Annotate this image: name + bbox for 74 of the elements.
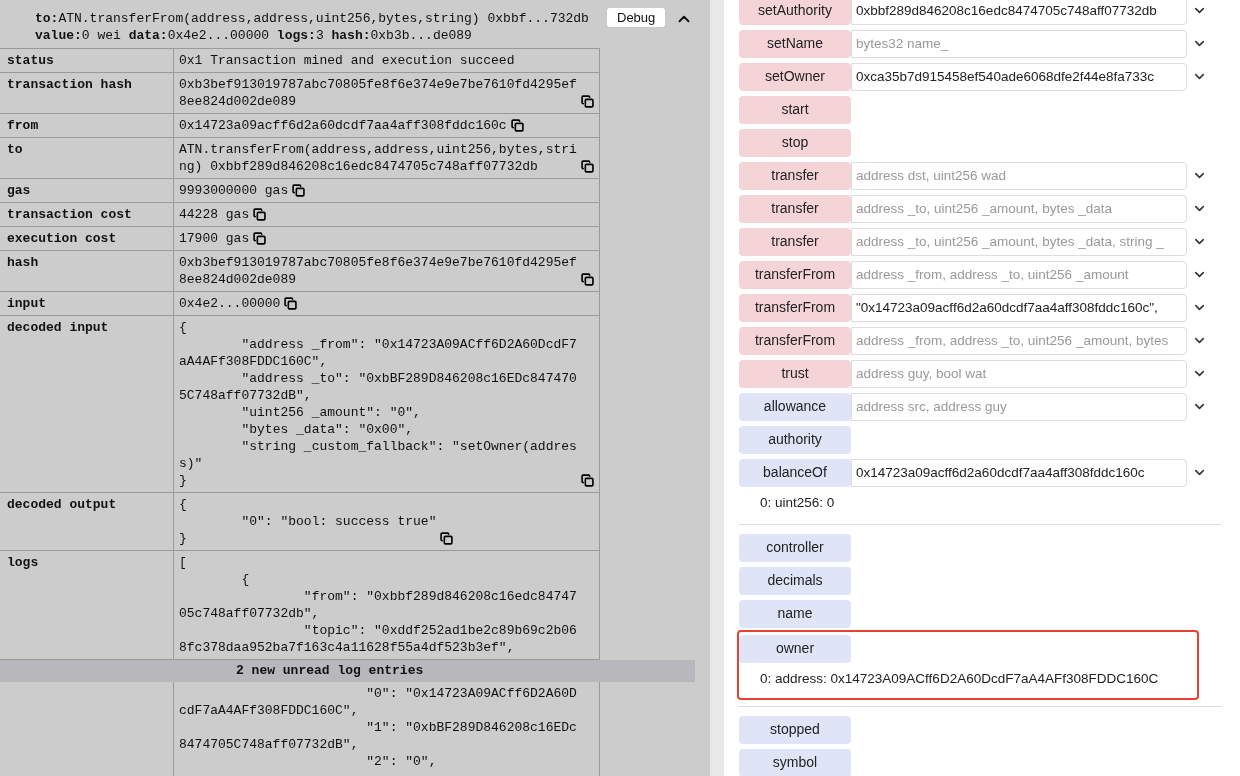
row-value: 0x14723a09acff6d2a60dcdf7aa4aff308fddc160c: [179, 117, 507, 134]
function-button[interactable]: name: [739, 599, 851, 628]
function-button[interactable]: transfer: [739, 161, 851, 190]
function-button[interactable]: transferFrom: [739, 260, 851, 289]
input-field[interactable]: 0xbbf289d846208c16edc8474705c748aff07732db: [851, 0, 1187, 25]
notification-bar[interactable]: 2 new unread log entries: [0, 660, 695, 682]
output-text: 0: address: 0x14723A09ACff6D2A60DcdF7aA4AFf308FDDC160C: [760, 670, 1159, 689]
copy-icon[interactable]: [292, 184, 306, 197]
function-button[interactable]: authority: [739, 425, 851, 454]
debug-button[interactable]: Debug: [607, 8, 666, 27]
row-label: decoded output: [0, 493, 174, 550]
function-button[interactable]: stop: [739, 128, 851, 157]
copy-icon[interactable]: [253, 208, 267, 221]
function-button[interactable]: controller: [739, 533, 851, 562]
row-value: 0x4e2...00000: [179, 295, 281, 312]
row-value: 44228 gas: [179, 206, 250, 223]
input-field[interactable]: 0x14723a09acff6d2a60dcdf7aa4aff308fddc160c: [851, 458, 1187, 487]
input-field[interactable]: address _to, uint256 _amount, bytes _data, string _: [851, 227, 1187, 256]
row-label: logs: [0, 551, 174, 659]
row-value: ATN.transferFrom(address,address,uint256,bytes,string) 0xbbf289d846208c16edc8474705c748aff07732db: [179, 141, 577, 175]
row-label: gas: [0, 179, 174, 202]
input-field[interactable]: "0x14723a09acff6d2a60dcdf7aa4aff308fddc160c",: [851, 293, 1187, 322]
function-button[interactable]: setAuthority: [739, 0, 851, 25]
row-label: decoded input: [0, 316, 174, 492]
row-value: 17900 gas: [179, 230, 250, 247]
function-button[interactable]: trust: [739, 359, 851, 388]
copy-icon[interactable]: [440, 532, 454, 545]
copy-icon[interactable]: [510, 119, 524, 132]
function-button[interactable]: setOwner: [739, 62, 851, 91]
row-value: 0xb3bef913019787abc70805fe8f6e374e9e7be7610fd4295ef8ee824d002de089: [179, 254, 577, 288]
row-label: status: [0, 49, 174, 72]
transaction-summary: to:ATN.transferFrom(address,address,uint256,bytes,string) 0xbbf...732db: [35, 10, 590, 27]
input-field[interactable]: address _from, address _to, uint256 _amount: [851, 260, 1187, 289]
row-label: from: [0, 114, 174, 137]
copy-icon[interactable]: [253, 232, 267, 245]
function-button[interactable]: transfer: [739, 227, 851, 256]
row-label: transaction cost: [0, 203, 174, 226]
copy-icon[interactable]: [581, 273, 594, 286]
input-field[interactable]: address dst, uint256 wad: [851, 161, 1187, 190]
function-button[interactable]: setName: [739, 29, 851, 58]
input-field[interactable]: 0xca35b7d915458ef540ade6068dfe2f44e8fa733c: [851, 62, 1187, 91]
input-field[interactable]: address src, address guy: [851, 392, 1187, 421]
row-value: 0xb3bef913019787abc70805fe8f6e374e9e7be7610fd4295ef8ee824d002de089: [179, 76, 577, 110]
function-button[interactable]: symbol: [739, 748, 851, 776]
function-button[interactable]: start: [739, 95, 851, 124]
row-value: { "address _from": "0x14723A09ACff6D2A60DcdF7aA4AFf308FDDC160C", "address _to": "0xbBF289D846208c16EDc8474705C748aff07732dB", "uint256 _amount": "0", "bytes _data": "0x00", "string _custom_fallback": "setOwner(address)" }: [179, 319, 577, 489]
function-button[interactable]: owner: [739, 634, 851, 663]
function-button[interactable]: stopped: [739, 715, 851, 744]
function-button[interactable]: balanceOf: [739, 458, 851, 487]
copy-icon[interactable]: [581, 474, 594, 487]
input-field[interactable]: address _to, uint256 _amount, bytes _data: [851, 194, 1187, 223]
row-label: to: [0, 138, 174, 178]
row-value: "0": "0x14723A09ACff6D2A60DcdF7aA4AFf308FDDC160C", "1": "0xbBF289D846208c16EDc8474705C748aff07732dB", "2": "0",: [179, 685, 578, 770]
row-label: transaction hash: [0, 73, 174, 113]
input-field[interactable]: bytes32 name_: [851, 29, 1187, 58]
copy-icon[interactable]: [581, 160, 594, 173]
row-value: { "0": "bool: success true" }: [179, 496, 437, 547]
input-field[interactable]: address _from, address _to, uint256 _amount, bytes: [851, 326, 1187, 355]
function-button[interactable]: decimals: [739, 566, 851, 595]
function-button[interactable]: transfer: [739, 194, 851, 223]
function-button[interactable]: transferFrom: [739, 326, 851, 355]
copy-icon[interactable]: [284, 297, 298, 310]
row-label: input: [0, 292, 174, 315]
output-text: 0: uint256: 0: [760, 494, 835, 513]
transaction-details: value:0 wei data:0x4e2...00000 logs:3 hash:0xb3b...de089: [35, 27, 473, 44]
input-field[interactable]: address guy, bool wat: [851, 359, 1187, 388]
row-label: execution cost: [0, 227, 174, 250]
row-value: [ { "from": "0xbbf289d846208c16edc8474705c748aff07732db", "topic": "0xddf252ad1be2c89b69c2b068fc378daa952ba7f163c4a11628f55a4df523b3ef",: [179, 554, 578, 656]
function-button[interactable]: transferFrom: [739, 293, 851, 322]
function-button[interactable]: allowance: [739, 392, 851, 421]
row-value: 9993000000 gas: [179, 182, 289, 199]
row-label: hash: [0, 251, 174, 291]
copy-icon[interactable]: [581, 95, 594, 108]
row-value: 0x1 Transaction mined and execution succeed: [179, 52, 515, 69]
